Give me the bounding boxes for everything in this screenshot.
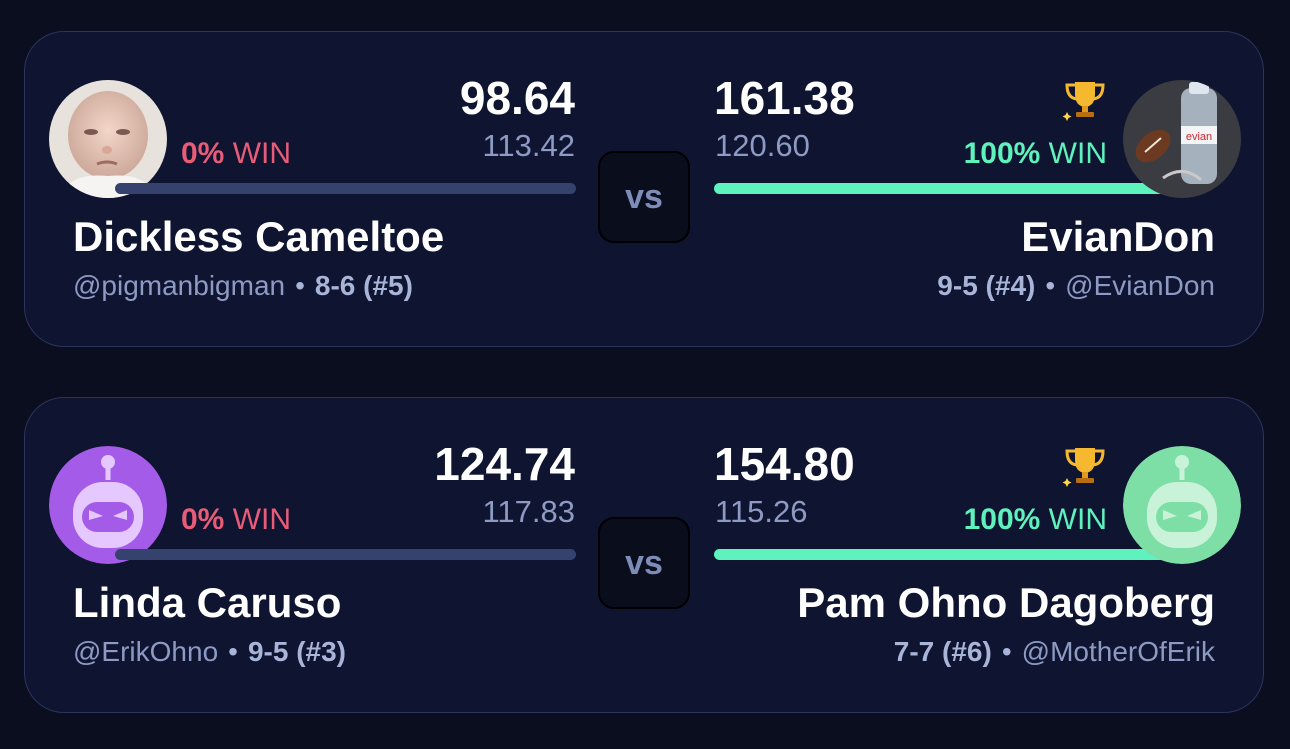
team-score-left: 124.74 xyxy=(434,438,575,490)
svg-text:evian: evian xyxy=(1186,131,1212,143)
separator-dot: • xyxy=(295,270,305,301)
vs-badge: vs xyxy=(598,517,690,609)
separator-dot: • xyxy=(228,636,238,667)
green-robot-avatar xyxy=(1123,446,1241,564)
trophy-icon xyxy=(1062,448,1105,487)
win-label: WIN xyxy=(1048,503,1107,536)
team-record: 8-6 (#5) xyxy=(314,270,413,301)
team-score-right: 154.80 xyxy=(714,438,855,490)
team-meta-right: 7-7 (#6) • @MotherOfErik xyxy=(894,634,1215,670)
projected-score-right: 120.60 xyxy=(715,128,810,163)
team-avatar-left[interactable] xyxy=(49,446,167,564)
vs-badge: vs xyxy=(598,151,690,243)
win-percent: 100% xyxy=(963,137,1041,170)
win-probability-left: 0% WIN xyxy=(181,136,291,172)
win-label: WIN xyxy=(232,137,292,170)
team-meta-left: @ErikOhno • 9-5 (#3) xyxy=(73,634,346,670)
team-record: 9-5 (#3) xyxy=(247,636,346,667)
win-probability-bar-left xyxy=(115,549,576,560)
team-record: 9-5 (#4) xyxy=(937,270,1036,301)
win-label: WIN xyxy=(232,503,292,536)
user-handle[interactable]: @pigmanbigman xyxy=(73,270,285,301)
win-probability-left: 0% WIN xyxy=(181,502,291,538)
win-label: WIN xyxy=(1048,137,1107,170)
purple-robot-avatar xyxy=(49,446,167,564)
projected-score-left: 113.42 xyxy=(482,128,575,163)
user-handle[interactable]: @ErikOhno xyxy=(73,636,218,667)
team-record: 7-7 (#6) xyxy=(893,636,992,667)
win-percent: 0% xyxy=(181,503,225,536)
team-meta-left: @pigmanbigman • 8-6 (#5) xyxy=(73,268,413,304)
matchup-card[interactable]: 98.64 113.42 0% WIN Dickless Cameltoe @p… xyxy=(24,31,1264,347)
team-name-left[interactable]: Dickless Cameltoe xyxy=(73,212,444,262)
win-percent: 0% xyxy=(181,137,225,170)
team-name-right[interactable]: EvianDon xyxy=(1021,212,1215,262)
projected-score-right: 115.26 xyxy=(715,494,808,529)
win-probability-right: 100% WIN xyxy=(964,136,1107,172)
matchup-card[interactable]: 124.74 117.83 0% WIN Linda Caruso @ErikO… xyxy=(24,397,1264,713)
team-name-left[interactable]: Linda Caruso xyxy=(73,578,341,628)
team-score-right: 161.38 xyxy=(714,72,855,124)
team-avatar-right[interactable]: evian xyxy=(1123,80,1241,198)
baby-photo-avatar xyxy=(49,80,167,198)
win-probability-bar-right xyxy=(714,549,1174,560)
team-name-right[interactable]: Pam Ohno Dagoberg xyxy=(797,578,1215,628)
projected-score-left: 117.83 xyxy=(482,494,575,529)
win-probability-bar-right xyxy=(714,183,1174,194)
win-probability-right: 100% WIN xyxy=(964,502,1107,538)
evian-bottle-football-avatar: evian xyxy=(1123,80,1241,198)
team-meta-right: 9-5 (#4) • @EvianDon xyxy=(937,268,1215,304)
win-probability-bar-left xyxy=(115,183,576,194)
user-handle[interactable]: @EvianDon xyxy=(1065,270,1215,301)
team-avatar-left[interactable] xyxy=(49,80,167,198)
team-avatar-right[interactable] xyxy=(1123,446,1241,564)
separator-dot: • xyxy=(1001,636,1012,667)
separator-dot: • xyxy=(1045,270,1056,301)
team-score-left: 98.64 xyxy=(459,72,575,124)
win-percent: 100% xyxy=(963,503,1041,536)
user-handle[interactable]: @MotherOfErik xyxy=(1022,636,1215,667)
trophy-icon xyxy=(1062,82,1105,121)
